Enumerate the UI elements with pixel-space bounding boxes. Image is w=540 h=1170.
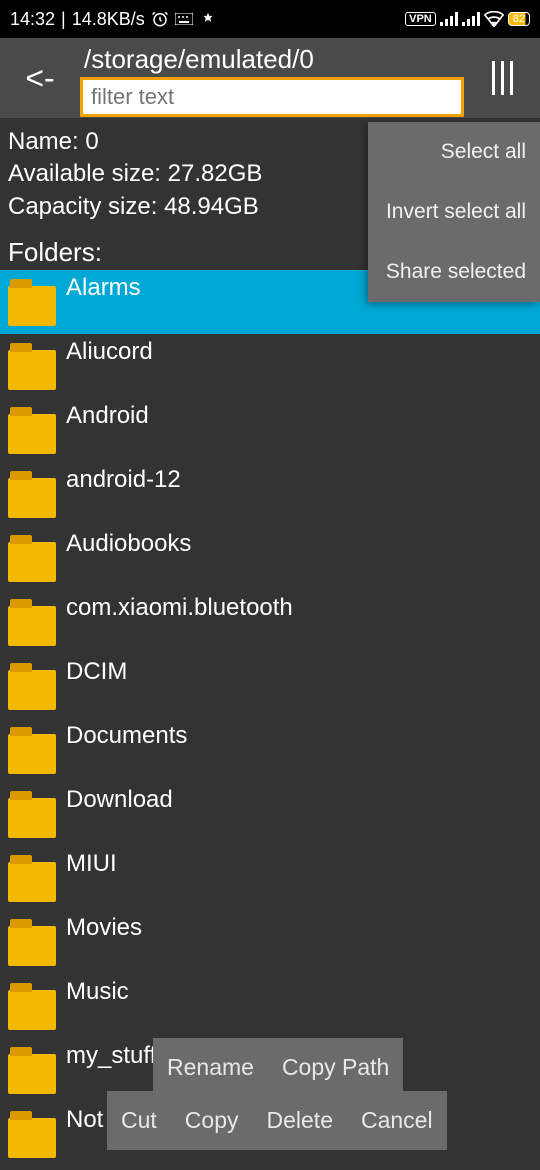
folder-icon xyxy=(8,862,56,902)
rename-button[interactable]: Rename xyxy=(153,1048,268,1087)
folder-name: Not xyxy=(66,1102,103,1134)
vpn-badge: VPN xyxy=(405,12,436,26)
folder-name: Android xyxy=(66,398,149,430)
folder-icon xyxy=(8,990,56,1030)
folder-name: Music xyxy=(66,974,129,1006)
keyboard-icon xyxy=(175,13,193,25)
folder-item[interactable]: Android xyxy=(0,398,540,462)
folder-icon xyxy=(8,606,56,646)
delete-button[interactable]: Delete xyxy=(253,1101,347,1140)
hamburger-icon xyxy=(492,61,513,95)
status-time: 14:32 xyxy=(10,9,55,30)
filter-wrap xyxy=(80,77,464,117)
signal-icon-1 xyxy=(440,12,458,26)
folder-name: Aliucord xyxy=(66,334,153,366)
folder-item[interactable]: Aliucord xyxy=(0,334,540,398)
folder-icon xyxy=(8,350,56,390)
battery-icon: 82 xyxy=(508,12,530,26)
status-bar: 14:32 | 14.8KB/s VPN 82 xyxy=(0,0,540,38)
action-bar-bottom: Cut Copy Delete Cancel xyxy=(107,1091,447,1150)
folder-icon xyxy=(8,926,56,966)
folder-item[interactable]: Download xyxy=(0,782,540,846)
toolbar: <- /storage/emulated/0 xyxy=(0,38,540,118)
back-button[interactable]: <- xyxy=(0,38,80,118)
folder-name: Download xyxy=(66,782,173,814)
path-text: /storage/emulated/0 xyxy=(80,44,472,75)
action-bar-top: Rename Copy Path xyxy=(153,1038,403,1097)
folder-name: com.xiaomi.bluetooth xyxy=(66,590,293,622)
folder-name: Alarms xyxy=(66,270,141,302)
folder-item[interactable]: Documents xyxy=(0,718,540,782)
folder-item[interactable]: com.xiaomi.bluetooth xyxy=(0,590,540,654)
folder-icon xyxy=(8,414,56,454)
copy-button[interactable]: Copy xyxy=(171,1101,253,1140)
folder-name: Movies xyxy=(66,910,142,942)
folder-item[interactable]: DCIM xyxy=(0,654,540,718)
back-arrow-icon: <- xyxy=(25,60,54,97)
menu-button[interactable] xyxy=(472,38,532,118)
status-separator: | xyxy=(61,9,66,30)
cancel-button[interactable]: Cancel xyxy=(347,1101,447,1140)
menu-select-all[interactable]: Select all xyxy=(368,122,540,182)
wifi-icon xyxy=(484,11,504,27)
folder-name: my_stuff xyxy=(66,1038,156,1070)
folder-icon xyxy=(8,1054,56,1094)
folder-item[interactable]: MIUI xyxy=(0,846,540,910)
folder-name: android-12 xyxy=(66,462,181,494)
alarm-icon xyxy=(151,10,169,28)
folder-name: Documents xyxy=(66,718,187,750)
folder-icon xyxy=(8,478,56,518)
cut-button[interactable]: Cut xyxy=(107,1101,171,1140)
location-icon xyxy=(199,10,217,28)
folder-icon xyxy=(8,1118,56,1158)
copy-path-button[interactable]: Copy Path xyxy=(268,1048,403,1087)
folder-icon xyxy=(8,286,56,326)
folder-item[interactable]: android-12 xyxy=(0,462,540,526)
menu-invert-select[interactable]: Invert select all xyxy=(368,182,540,242)
signal-icon-2 xyxy=(462,12,480,26)
folder-name: MIUI xyxy=(66,846,117,878)
status-speed: 14.8KB/s xyxy=(72,9,145,30)
folder-item[interactable]: Music xyxy=(0,974,540,1038)
folder-name: Audiobooks xyxy=(66,526,191,558)
filter-input[interactable] xyxy=(91,84,453,110)
folder-icon xyxy=(8,542,56,582)
folder-item[interactable]: Movies xyxy=(0,910,540,974)
folder-icon xyxy=(8,670,56,710)
folder-item[interactable]: Audiobooks xyxy=(0,526,540,590)
menu-share-selected[interactable]: Share selected xyxy=(368,242,540,302)
folder-icon xyxy=(8,798,56,838)
folder-list: Alarms Aliucord Android android-12 Audiobook… xyxy=(0,270,540,1166)
dropdown-menu: Select all Invert select all Share selec… xyxy=(368,122,540,302)
folder-name: DCIM xyxy=(66,654,127,686)
folder-icon xyxy=(8,734,56,774)
